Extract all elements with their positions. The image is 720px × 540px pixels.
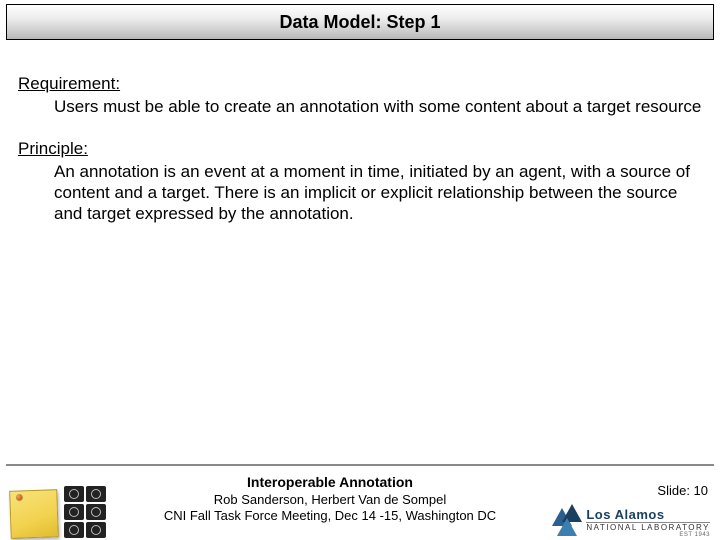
- lanl-sub: NATIONAL LABORATORY: [586, 522, 710, 532]
- footer-authors: Rob Sanderson, Herbert Van de Sompel: [130, 492, 530, 508]
- lanl-name: Los Alamos: [586, 508, 710, 521]
- footer: Interoperable Annotation Rob Sanderson, …: [0, 468, 720, 540]
- footer-title: Interoperable Annotation: [130, 474, 530, 492]
- section-requirement: Requirement: Users must be able to creat…: [18, 74, 702, 117]
- slide-title-bar: Data Model: Step 1: [6, 4, 714, 40]
- lanl-text: Los Alamos NATIONAL LABORATORY EST 1943: [586, 508, 710, 538]
- lanl-logo: Los Alamos NATIONAL LABORATORY EST 1943: [552, 504, 710, 538]
- principle-label: Principle:: [18, 139, 88, 158]
- footer-event: CNI Fall Task Force Meeting, Dec 14 -15,…: [130, 508, 530, 524]
- slide: Data Model: Step 1 Requirement: Users mu…: [0, 4, 720, 540]
- footer-divider: [6, 464, 714, 466]
- footer-right: Slide: 10 Los Alamos NATIONAL LABORATORY…: [552, 483, 710, 538]
- cc-license-icon: [64, 486, 106, 538]
- section-principle: Principle: An annotation is an event at …: [18, 139, 702, 224]
- principle-text: An annotation is an event at a moment in…: [54, 162, 702, 224]
- footer-center: Interoperable Annotation Rob Sanderson, …: [130, 474, 530, 524]
- sticky-note-icon: [9, 489, 59, 539]
- slide-body: Requirement: Users must be able to creat…: [0, 40, 720, 224]
- lanl-mark-icon: [552, 504, 582, 538]
- requirement-text: Users must be able to create an annotati…: [54, 97, 702, 118]
- slide-number: Slide: 10: [657, 483, 708, 498]
- footer-left-icons: [10, 486, 106, 538]
- requirement-label: Requirement:: [18, 74, 120, 93]
- lanl-est: EST 1943: [586, 532, 710, 538]
- slide-title: Data Model: Step 1: [279, 12, 440, 33]
